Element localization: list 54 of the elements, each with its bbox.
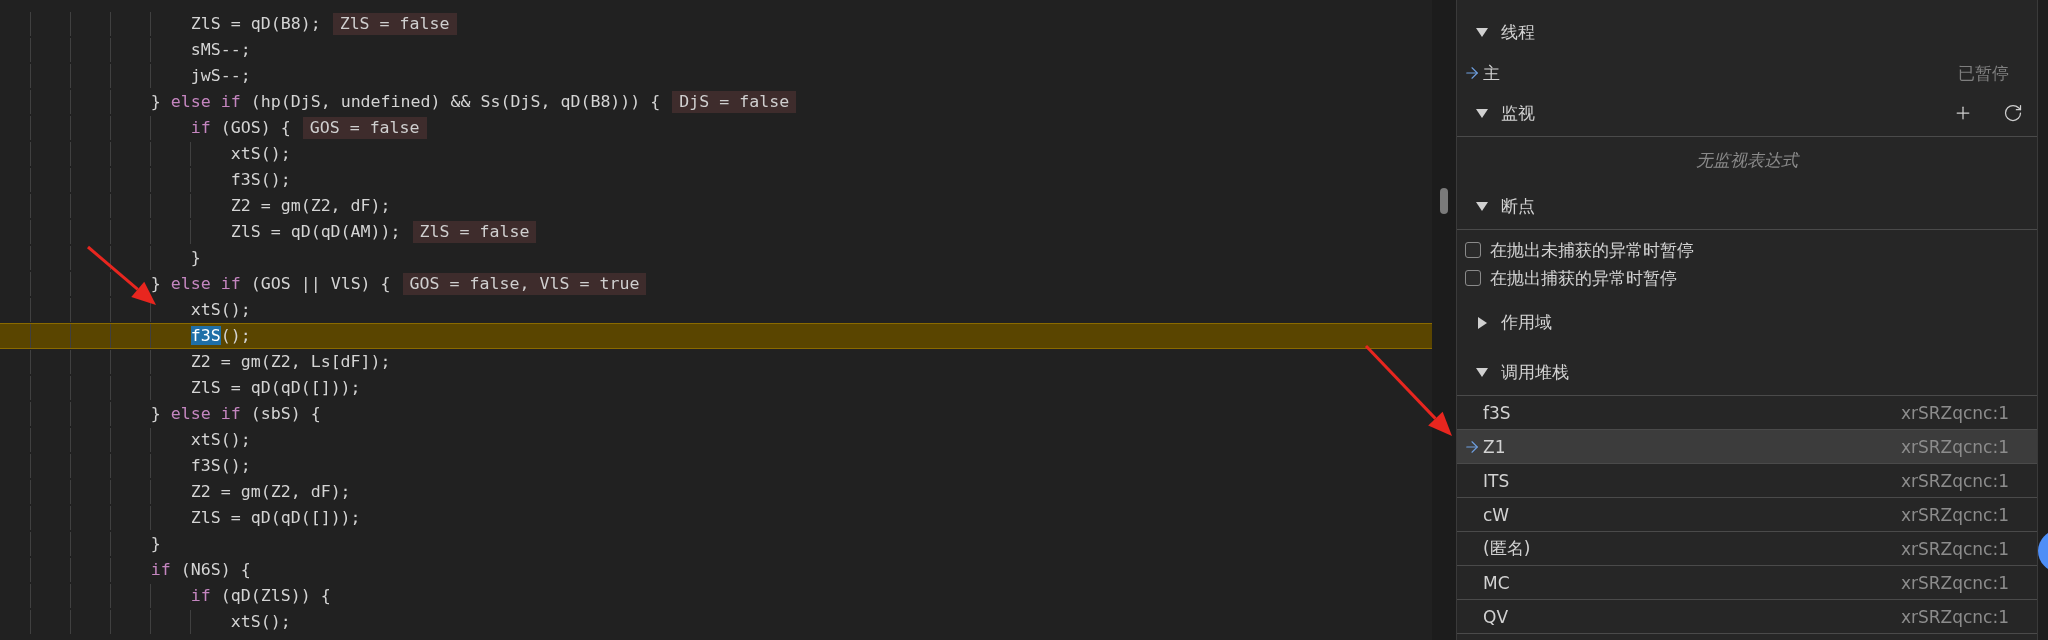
stack-frame[interactable]: Z1 xrSRZqcnc:1 bbox=[1457, 430, 2037, 464]
code-line: f3S(); bbox=[190, 455, 251, 477]
stack-frame[interactable]: cW xrSRZqcnc:1 bbox=[1457, 498, 2037, 532]
caret-icon[interactable] bbox=[1475, 366, 1489, 378]
section-title[interactable]: 线程 bbox=[1501, 20, 2023, 44]
stack-frame[interactable]: (匿名) xrSRZqcnc:1 bbox=[1457, 532, 2037, 566]
thread-status: 已暂停 bbox=[1958, 61, 2009, 85]
code-line: sMS--; bbox=[190, 39, 251, 61]
checkbox-label[interactable]: 在抛出捕获的异常时暂停 bbox=[1490, 266, 1677, 290]
code-line: Z2 = gm(Z2, dF); bbox=[230, 195, 391, 217]
code-line: xtS(); bbox=[190, 429, 251, 451]
code-line: xtS(); bbox=[230, 143, 291, 165]
code-line: Z2 = gm(Z2, Ls[dF]); bbox=[190, 351, 391, 373]
refresh-icon[interactable] bbox=[2003, 103, 2023, 123]
section-title[interactable]: 断点 bbox=[1501, 194, 2023, 218]
caret-icon[interactable] bbox=[1475, 26, 1489, 38]
scrollbar-thumb[interactable] bbox=[1440, 188, 1448, 214]
inline-value: ZlS = false bbox=[332, 13, 457, 35]
code-line: if (N6S) { bbox=[150, 559, 251, 581]
code-line: Z2 = gm(Z2, dF); bbox=[190, 481, 351, 503]
caret-icon[interactable] bbox=[1475, 107, 1489, 119]
code-line: if (GOS) { bbox=[190, 117, 291, 139]
code-line: xtS(); bbox=[230, 611, 291, 633]
code-line: ZlS = qD(qD([])); bbox=[190, 377, 361, 399]
stack-frame[interactable]: MC xrSRZqcnc:1 bbox=[1457, 566, 2037, 600]
inline-value: ZlS = false bbox=[412, 221, 537, 243]
section-title[interactable]: 监视 bbox=[1501, 101, 1923, 125]
code-line: } else if (sbS) { bbox=[150, 403, 321, 425]
code-line: } else if (GOS || VlS) { bbox=[150, 273, 391, 295]
section-title[interactable]: 调用堆栈 bbox=[1501, 360, 2023, 384]
caret-icon[interactable] bbox=[1475, 200, 1489, 212]
inline-value: DjS = false bbox=[672, 91, 797, 113]
code-line: ZlS = qD(qD(AM)); bbox=[230, 221, 401, 243]
code-line: jwS--; bbox=[190, 65, 251, 87]
code-line: ZlS = qD(B8); bbox=[190, 13, 321, 35]
checkbox[interactable] bbox=[1465, 242, 1481, 258]
checkbox[interactable] bbox=[1465, 270, 1481, 286]
thread-name[interactable]: 主 bbox=[1483, 61, 1958, 85]
code-line: xtS(); bbox=[190, 299, 251, 321]
empty-message: 无监视表达式 bbox=[1695, 148, 1801, 172]
code-line: f3S(); bbox=[230, 169, 291, 191]
section-title[interactable]: 作用域 bbox=[1501, 311, 2023, 334]
inline-value: GOS = false bbox=[302, 117, 427, 139]
stack-frame[interactable]: ITS xrSRZqcnc:1 bbox=[1457, 464, 2037, 498]
stack-frame[interactable]: QV xrSRZqcnc:1 bbox=[1457, 600, 2037, 634]
code-line: } else if (hp(DjS, undefined) && Ss(DjS, qD(B8))) { bbox=[150, 91, 661, 113]
caret-icon[interactable] bbox=[1475, 316, 1489, 329]
code-line: } bbox=[190, 247, 201, 269]
code-line: } bbox=[150, 533, 161, 555]
code-line: ZlS = qD(qD([])); bbox=[190, 507, 361, 529]
code-line: f3S(); bbox=[190, 325, 251, 347]
inline-value: GOS = false, VlS = true bbox=[402, 273, 647, 295]
checkbox-label[interactable]: 在抛出未捕获的异常时暂停 bbox=[1490, 238, 1694, 262]
code-line: if (qD(ZlS)) { bbox=[190, 585, 331, 607]
